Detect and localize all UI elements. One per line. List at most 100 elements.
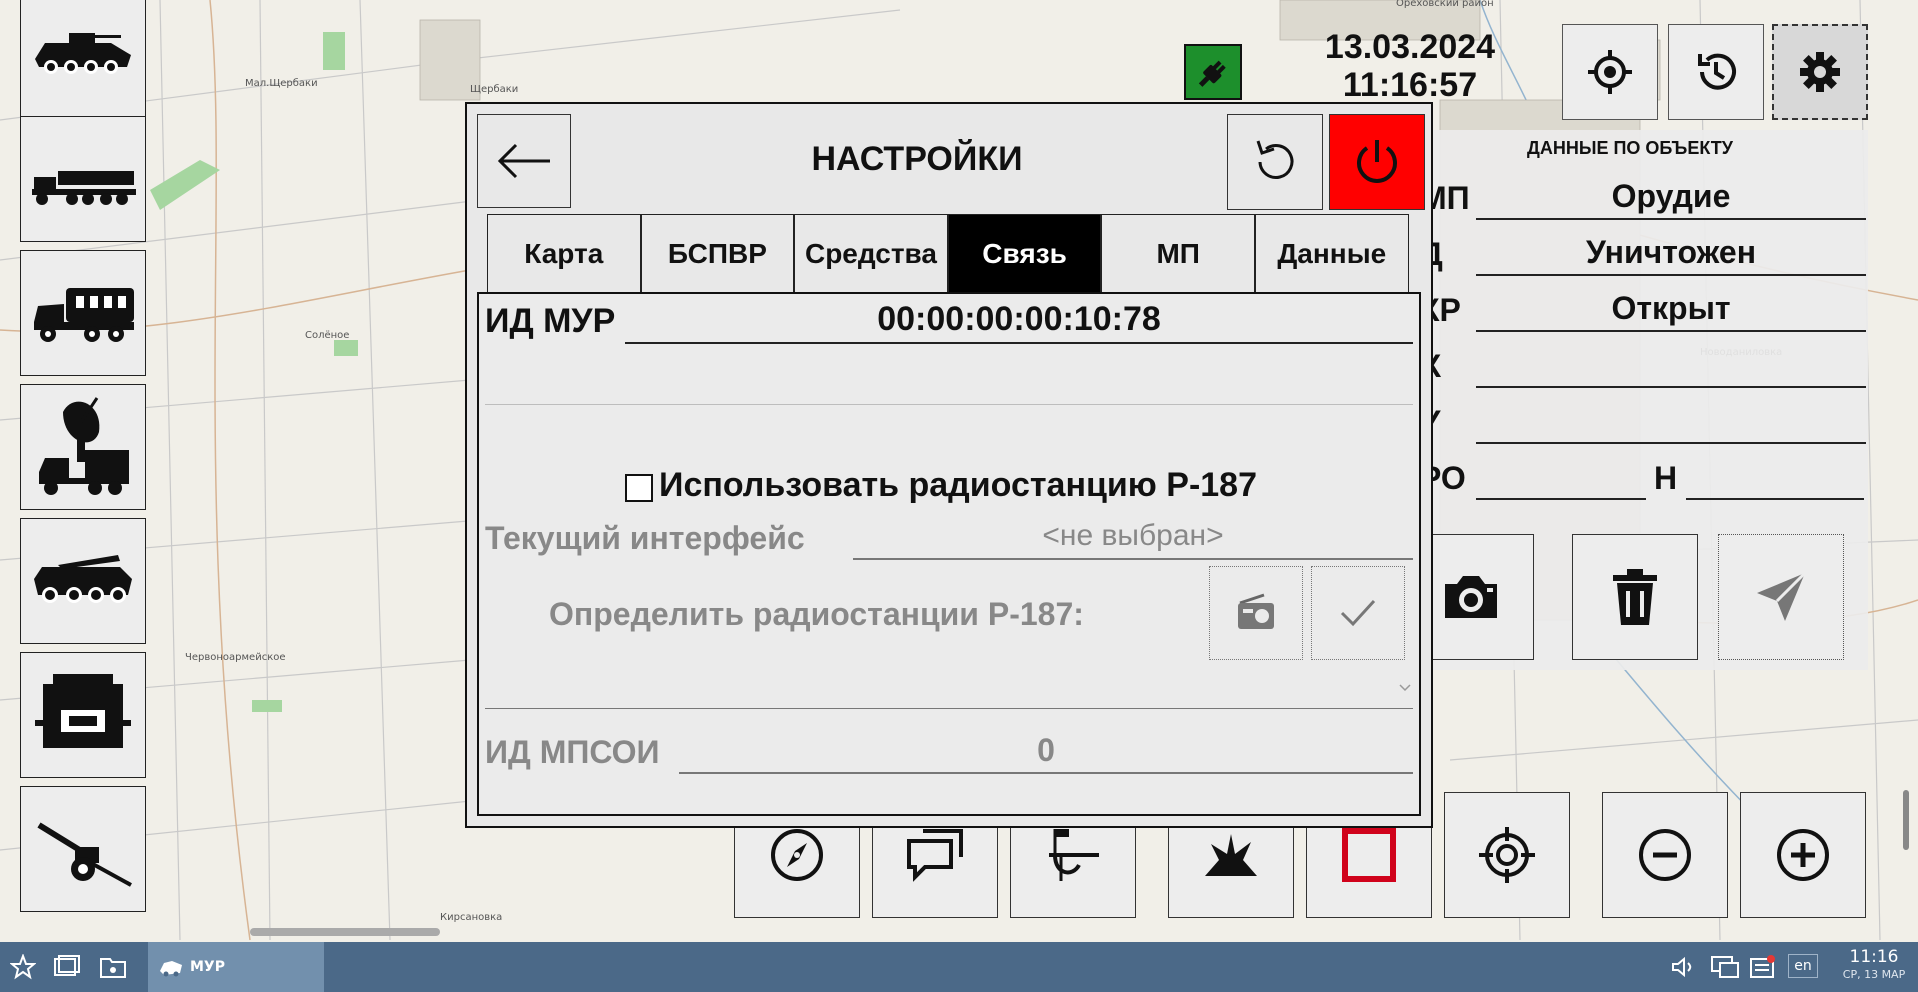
history-button[interactable] — [1668, 24, 1764, 120]
object-row-cover: КР Открыт — [1420, 286, 1868, 336]
sidebar-item-truck[interactable] — [20, 250, 146, 376]
windows-button[interactable] — [52, 952, 82, 982]
zoom-in-button[interactable] — [1740, 792, 1866, 918]
folder-icon — [100, 958, 126, 978]
locate-icon — [1588, 50, 1632, 94]
svg-text:Червоноармейское: Червоноармейское — [185, 652, 286, 663]
map-label: Ореховский район — [1396, 0, 1494, 9]
taskbar-clock[interactable]: 11:16 СР, 13 МАР — [1836, 948, 1912, 984]
tab-mp[interactable]: МП — [1101, 214, 1255, 294]
truck-icon — [34, 288, 134, 342]
zoom-out-button[interactable] — [1602, 792, 1728, 918]
sidebar-item-radar[interactable] — [20, 384, 146, 510]
notifications-button[interactable] — [1748, 952, 1778, 982]
power-button[interactable] — [1329, 114, 1425, 210]
object-value-h[interactable] — [1686, 454, 1864, 500]
communication-settings-panel: ИД МУР 00:00:00:00:10:78 Использовать ра… — [477, 292, 1421, 816]
dialog-title: НАСТРОЙКИ — [811, 140, 1023, 178]
missile-carrier-icon — [34, 555, 132, 603]
confirm-radio-button[interactable] — [1311, 566, 1405, 660]
use-radio-checkbox[interactable] — [625, 474, 653, 502]
datetime-display: 13.03.2024 11:16:57 — [1300, 28, 1520, 104]
mpsoi-id-field[interactable]: 0 — [679, 728, 1413, 774]
use-radio-label: Использовать радиостанцию Р-187 — [659, 466, 1257, 504]
back-button[interactable] — [477, 114, 571, 208]
start-menu-button[interactable] — [8, 952, 38, 982]
vertical-scrollbar[interactable] — [1903, 790, 1909, 850]
object-value[interactable] — [1476, 398, 1866, 444]
tab-means[interactable]: Средства — [794, 214, 948, 294]
divider — [485, 708, 1413, 709]
detect-radio-button[interactable] — [1209, 566, 1303, 660]
object-row-y: Y — [1420, 398, 1868, 448]
object-value[interactable]: Уничтожен — [1476, 230, 1866, 276]
compass-icon — [771, 829, 823, 881]
horizontal-scrollbar[interactable] — [250, 928, 440, 936]
object-row-state: Д Уничтожен — [1420, 230, 1868, 280]
tab-bspvr[interactable]: БСПВР — [640, 214, 795, 294]
network-button[interactable] — [1710, 952, 1740, 982]
date-text: 13.03.2024 — [1324, 28, 1496, 66]
object-value[interactable] — [1476, 342, 1866, 388]
chevron-down-icon[interactable] — [1399, 684, 1411, 692]
observer-icon — [1049, 829, 1099, 881]
sidebar-item-apc[interactable] — [20, 0, 146, 118]
svg-text:Солёное: Солёное — [305, 330, 349, 341]
app-icon — [160, 961, 182, 977]
send-button[interactable] — [1718, 534, 1844, 660]
object-row-ro: РО Н — [1420, 454, 1868, 504]
file-manager-button[interactable] — [98, 952, 128, 982]
windows-icon — [54, 955, 80, 976]
mpsoi-id-label: ИД МПСОИ — [485, 734, 660, 770]
sidebar-item-howitzer[interactable] — [20, 786, 146, 912]
shelter-icon — [35, 674, 131, 748]
mur-id-field[interactable]: 00:00:00:00:10:78 — [625, 296, 1413, 344]
reset-button[interactable] — [1227, 114, 1323, 210]
connection-status-indicator — [1184, 44, 1242, 100]
current-interface-field[interactable]: <не выбран> — [853, 514, 1413, 560]
speaker-icon — [1672, 956, 1692, 978]
time-text: 11:16:57 — [1342, 66, 1478, 104]
tab-data[interactable]: Данные — [1254, 214, 1409, 294]
taskbar-date: СР, 13 МАР — [1842, 968, 1906, 981]
svg-text:Кирсановка: Кирсановка — [440, 912, 502, 923]
sidebar-item-rocket-launcher[interactable] — [20, 116, 146, 242]
sidebar-item-missile-carrier[interactable] — [20, 518, 146, 644]
object-value[interactable]: Открыт — [1476, 286, 1866, 332]
delete-button[interactable] — [1572, 534, 1698, 660]
taskbar-app-mur[interactable]: МУР — [148, 942, 324, 992]
target-button[interactable] — [1444, 792, 1570, 918]
history-icon — [1698, 53, 1736, 90]
trash-icon — [1613, 569, 1657, 625]
radio-icon — [1238, 593, 1274, 629]
rocket-launcher-icon — [32, 171, 136, 205]
taskbar-time: 11:16 — [1849, 947, 1899, 967]
sidebar-item-shelter[interactable] — [20, 652, 146, 778]
notification-icon — [1750, 955, 1775, 978]
camera-icon — [1445, 576, 1497, 618]
radar-icon — [39, 397, 129, 495]
current-interface-label: Текущий интерфейс — [485, 520, 805, 556]
volume-button[interactable] — [1668, 952, 1698, 982]
tab-communication[interactable]: Связь — [947, 214, 1102, 294]
svg-text:Мал.Щербаки: Мал.Щербаки — [245, 78, 318, 89]
mur-id-label: ИД МУР — [485, 302, 616, 340]
locate-button[interactable] — [1562, 24, 1658, 120]
crosshair-icon — [1479, 827, 1535, 883]
tab-map[interactable]: Карта — [487, 214, 641, 294]
zoom-in-icon — [1777, 829, 1829, 881]
chat-icon — [907, 829, 963, 882]
object-value[interactable]: Орудие — [1476, 174, 1866, 220]
object-value[interactable] — [1476, 454, 1646, 500]
divider — [485, 404, 1413, 405]
taskbar: МУР en 11:16 СР, 13 МАР — [0, 942, 1918, 992]
settings-tabs: Карта БСПВР Средства Связь МП Данные — [487, 214, 1409, 294]
zoom-out-icon — [1639, 829, 1691, 881]
arrow-left-icon — [497, 143, 550, 179]
settings-button[interactable] — [1772, 24, 1868, 120]
apc-icon — [35, 33, 131, 74]
star-icon — [10, 954, 36, 980]
keyboard-layout-indicator[interactable]: en — [1788, 954, 1818, 978]
object-row-x: Х — [1420, 342, 1868, 392]
detect-radio-label: Определить радиостанции Р-187: — [549, 596, 1084, 632]
